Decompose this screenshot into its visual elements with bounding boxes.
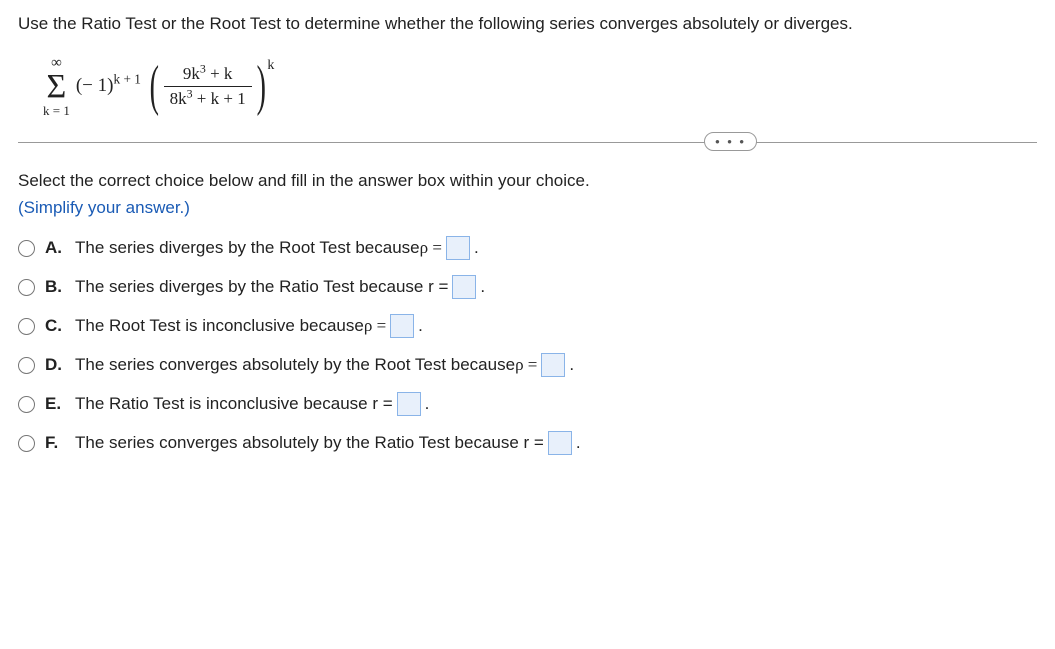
choice-text-c: The Root Test is inconclusive because	[75, 316, 364, 336]
sigma-symbol: Σ	[47, 73, 67, 100]
instruction-text: Select the correct choice below and fill…	[18, 168, 1037, 194]
answer-input-e[interactable]	[397, 392, 421, 416]
answer-input-b[interactable]	[452, 275, 476, 299]
choice-var-c: ρ =	[364, 316, 386, 336]
choice-letter-c: C.	[45, 316, 65, 336]
radio-b[interactable]	[18, 279, 35, 296]
simplify-hint: (Simplify your answer.)	[18, 198, 1037, 218]
fraction-denominator: 8k3 + k + 1	[164, 86, 252, 111]
choice-text-e: The Ratio Test is inconclusive because r…	[75, 394, 393, 414]
series-formula: ∞ Σ k = 1 (− 1)k + 1 ( 9k3 + k 8k3 + k +…	[43, 56, 1037, 117]
choice-c: C. The Root Test is inconclusive because…	[18, 314, 1037, 338]
choice-b: B. The series diverges by the Ratio Test…	[18, 275, 1037, 299]
choice-d: D. The series converges absolutely by th…	[18, 353, 1037, 377]
radio-c[interactable]	[18, 318, 35, 335]
choice-period-c: .	[418, 316, 423, 336]
radio-d[interactable]	[18, 357, 35, 374]
more-options-button[interactable]: • • •	[704, 132, 757, 151]
choice-var-d: ρ =	[515, 355, 537, 375]
fraction-group: ( 9k3 + k 8k3 + k + 1 ) k	[145, 62, 274, 111]
answer-input-c[interactable]	[390, 314, 414, 338]
choice-period-f: .	[576, 433, 581, 453]
choice-e: E. The Ratio Test is inconclusive becaus…	[18, 392, 1037, 416]
choice-text-a: The series diverges by the Root Test bec…	[75, 238, 420, 258]
choice-letter-e: E.	[45, 394, 65, 414]
answer-input-a[interactable]	[446, 236, 470, 260]
choice-var-a: ρ =	[420, 238, 442, 258]
term-coefficient: (− 1)k + 1	[76, 75, 141, 97]
choice-letter-d: D.	[45, 355, 65, 375]
choice-period-d: .	[569, 355, 574, 375]
choice-period-e: .	[425, 394, 430, 414]
choice-a: A. The series diverges by the Root Test …	[18, 236, 1037, 260]
sigma-lower-limit: k = 1	[43, 104, 70, 117]
choice-text-b: The series diverges by the Ratio Test be…	[75, 277, 448, 297]
choice-letter-a: A.	[45, 238, 65, 258]
choice-period-b: .	[480, 277, 485, 297]
choice-letter-f: F.	[45, 433, 65, 453]
answer-input-f[interactable]	[548, 431, 572, 455]
radio-e[interactable]	[18, 396, 35, 413]
section-divider: • • •	[18, 142, 1037, 143]
outer-exponent: k	[267, 58, 274, 74]
choice-f: F. The series converges absolutely by th…	[18, 431, 1037, 455]
choice-period-a: .	[474, 238, 479, 258]
question-text: Use the Ratio Test or the Root Test to d…	[18, 12, 1037, 36]
choice-letter-b: B.	[45, 277, 65, 297]
radio-f[interactable]	[18, 435, 35, 452]
radio-a[interactable]	[18, 240, 35, 257]
choice-text-f: The series converges absolutely by the R…	[75, 433, 544, 453]
answer-input-d[interactable]	[541, 353, 565, 377]
choice-text-d: The series converges absolutely by the R…	[75, 355, 515, 375]
fraction-numerator: 9k3 + k	[177, 62, 239, 86]
